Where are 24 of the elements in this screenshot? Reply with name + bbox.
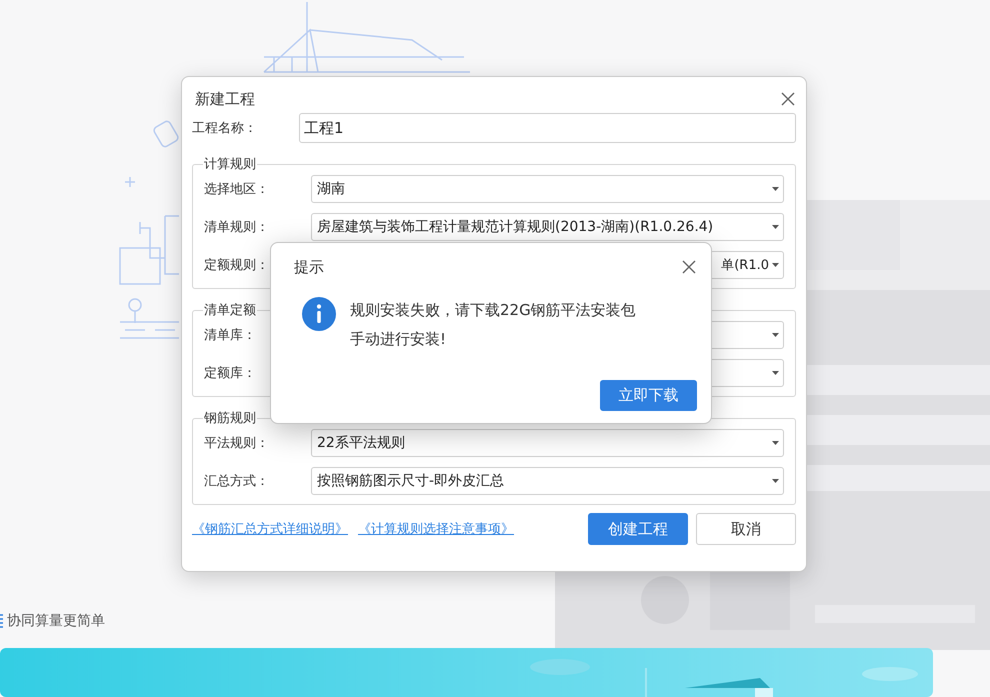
group-title: 计算规则	[203, 156, 257, 173]
help-link[interactable]: 《钢筋汇总方式详细说明》	[192, 520, 348, 538]
info-icon	[302, 297, 336, 331]
tagline: 协同算量更简单	[7, 612, 105, 630]
field-label: 清单规则：	[204, 220, 269, 235]
dialog-title: 新建工程	[195, 90, 255, 108]
list-icon	[0, 614, 3, 628]
field-label: 工程名称：	[192, 120, 258, 137]
input-field[interactable]: 工程1	[299, 113, 796, 143]
field-label: 选择地区：	[204, 182, 269, 197]
close-icon[interactable]	[780, 91, 796, 107]
field-label: 汇总方式：	[204, 474, 269, 489]
group-title: 清单定额	[203, 302, 257, 319]
alert-message: 规则安装失败，请下载22G钢筋平法安装包	[350, 301, 636, 320]
alert-message: 手动进行安装!	[350, 330, 448, 349]
field-label: 清单库：	[204, 328, 256, 343]
field-label: 定额库：	[204, 366, 256, 381]
field-label: 定额规则：	[204, 258, 269, 273]
dropdown-caret-icon	[772, 187, 779, 191]
dialog-title: 提示	[294, 258, 324, 276]
help-link[interactable]: 《计算规则选择注意事项》	[358, 520, 514, 538]
dropdown[interactable]: 湖南	[311, 175, 784, 203]
field-label: 平法规则：	[204, 436, 269, 451]
group-title: 钢筋规则	[203, 410, 257, 427]
